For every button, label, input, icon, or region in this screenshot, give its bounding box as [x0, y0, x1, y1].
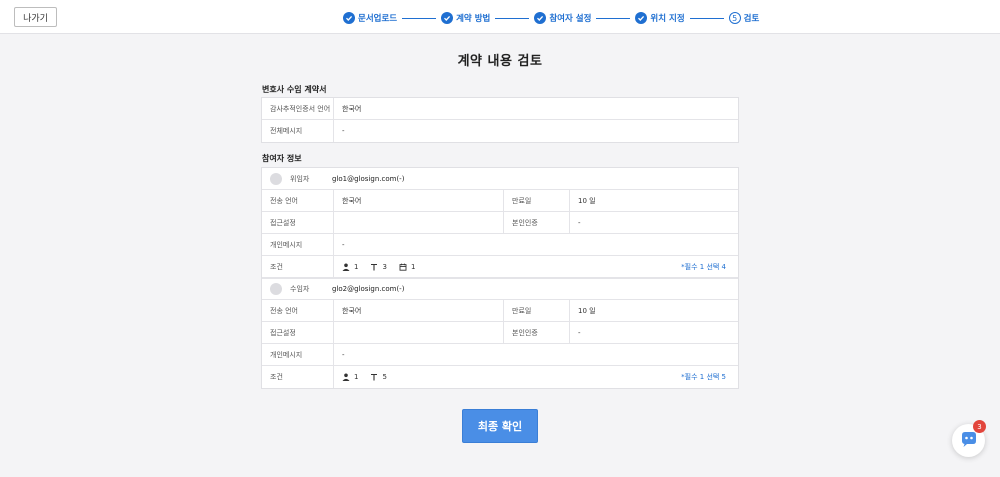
table-row: 전송 언어 한국어 만료일 10 일 [262, 300, 738, 322]
signature-count: 1 [354, 373, 359, 381]
calendar-icon [399, 263, 407, 271]
condition-values: 1 5 *필수 1 선택 5 [334, 366, 738, 388]
row-label: 본인인증 [504, 212, 570, 233]
row-value: - [342, 240, 345, 249]
row-value: 한국어 [334, 190, 504, 211]
row-value: - [342, 127, 345, 135]
step-review: 5 검토 [728, 12, 760, 24]
person-icon [342, 373, 350, 381]
row-label: 전송 언어 [262, 300, 334, 321]
row-value: 한국어 [342, 104, 362, 113]
step-connector [596, 17, 631, 19]
text-count: 5 [382, 373, 387, 381]
table-row: 개인메시지 - [262, 234, 738, 256]
step-number-icon: 5 [728, 12, 741, 24]
row-value: 한국어 [334, 300, 504, 321]
contract-table: 감사추적인증서 언어 한국어 전체메시지 - [261, 97, 739, 143]
text-icon [370, 263, 378, 271]
row-label: 조건 [262, 366, 334, 388]
row-label: 조건 [262, 256, 334, 277]
table-row: 전송 언어 한국어 만료일 10 일 [262, 190, 738, 212]
participants-title: 참여자 정보 [262, 154, 302, 163]
table-row: 전체메시지 - [262, 120, 738, 142]
participant-header: 수임자 glo2@glosign.com(-) [262, 278, 738, 300]
step-connector [402, 17, 437, 19]
row-value: 10 일 [578, 306, 596, 315]
participant-email: glo2@glosign.com(-) [332, 285, 405, 293]
date-count: 1 [410, 262, 416, 271]
row-value: - [578, 328, 581, 337]
text-icon [370, 373, 378, 381]
avatar [270, 172, 282, 185]
step-label: 참여자 설정 [549, 14, 592, 24]
step-connector [495, 17, 530, 19]
step-position: 위치 지정 [635, 12, 685, 24]
participants-table: 위임자 glo1@glosign.com(-) 전송 언어 한국어 만료일 10… [261, 167, 739, 389]
avatar [270, 283, 282, 295]
signature-count: 1 [354, 262, 359, 271]
row-value: - [342, 350, 345, 359]
check-circle-icon [534, 12, 547, 24]
row-label: 개인메시지 [262, 344, 334, 365]
table-row: 감사추적인증서 언어 한국어 [262, 98, 738, 120]
table-row: 개인메시지 - [262, 344, 738, 366]
row-value: 10 일 [578, 196, 596, 205]
row-label: 감사추적인증서 언어 [262, 98, 334, 119]
step-method: 계약 방법 [441, 12, 490, 24]
participant-role: 수임자 [290, 285, 310, 293]
final-confirm-button[interactable]: 최종 확인 [462, 409, 538, 443]
row-label: 전송 언어 [262, 190, 334, 211]
condition-values: 1 3 1 *필수 1 선택 4 [334, 256, 738, 277]
check-circle-icon [343, 12, 355, 24]
step-label: 위치 지정 [650, 14, 685, 24]
step-participants: 참여자 설정 [534, 12, 591, 24]
text-count: 3 [382, 262, 387, 271]
row-label: 만료일 [504, 190, 570, 211]
participant-role: 위임자 [290, 174, 310, 183]
row-value [334, 322, 504, 343]
notification-badge: 3 [973, 420, 986, 433]
condition-summary: *필수 1 선택 5 [681, 373, 726, 381]
contract-title: 변호사 수임 계약서 [262, 85, 327, 94]
condition-summary: *필수 1 선택 4 [681, 262, 726, 271]
row-label: 접근설정 [262, 322, 334, 343]
step-label: 계약 방법 [456, 14, 491, 24]
page-title: 계약 내용 검토 [457, 54, 543, 69]
step-connector [689, 17, 724, 19]
top-bar: 나가기 문서업로드 계약 방법 참여자 설정 위치 지정 5 검토 [0, 0, 1000, 34]
check-circle-icon [441, 12, 454, 24]
row-label: 전체메시지 [262, 120, 334, 142]
table-row: 접근설정 본인인증 - [262, 212, 738, 234]
row-label: 본인인증 [504, 322, 570, 343]
step-label: 문서업로드 [358, 14, 398, 24]
table-row: 접근설정 본인인증 - [262, 322, 738, 344]
participant-header: 위임자 glo1@glosign.com(-) [262, 168, 738, 190]
progress-stepper: 문서업로드 계약 방법 참여자 설정 위치 지정 5 검토 [343, 10, 759, 26]
exit-button[interactable]: 나가기 [14, 7, 57, 27]
row-label: 만료일 [504, 300, 570, 321]
row-label: 개인메시지 [262, 234, 334, 255]
participant-email: glo1@glosign.com(-) [332, 174, 405, 183]
row-value: - [578, 218, 581, 227]
person-icon [342, 263, 350, 271]
step-upload: 문서업로드 [343, 12, 397, 24]
table-row: 조건 1 5 *필수 1 선택 5 [262, 366, 738, 388]
row-value [334, 212, 504, 233]
table-row: 조건 1 3 1 *필수 1 선택 4 [262, 256, 738, 278]
step-label: 검토 [743, 14, 760, 24]
row-label: 접근설정 [262, 212, 334, 233]
check-circle-icon [635, 12, 648, 24]
